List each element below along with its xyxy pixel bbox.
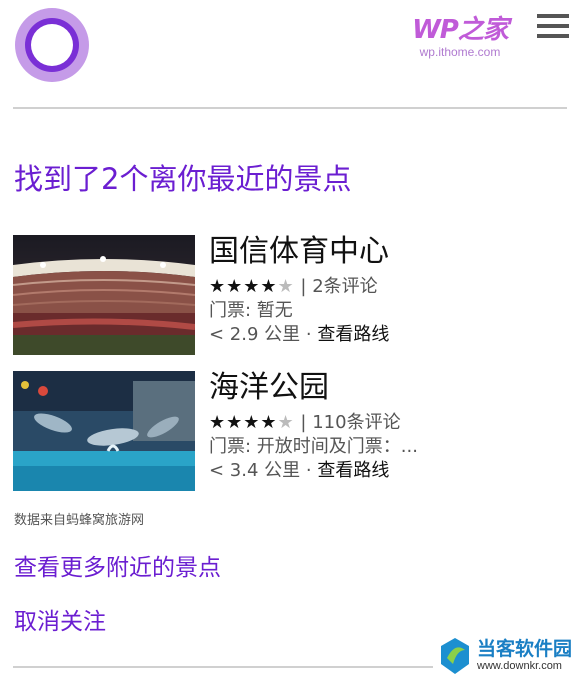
watermark-title: 当客软件园	[477, 638, 573, 660]
more-nearby-link[interactable]: 查看更多附近的景点	[14, 548, 221, 582]
bottom-divider	[13, 666, 433, 668]
distance: < 2.9 公里 ·	[209, 324, 318, 345]
watermark: 当客软件园 www.downkr.com	[437, 634, 577, 679]
ticket-info: 门票: 暂无	[209, 300, 293, 321]
top-divider	[13, 107, 567, 109]
route-link[interactable]: 查看路线	[317, 460, 389, 481]
distance-line: < 3.4 公里 · 查看路线	[209, 460, 389, 482]
results-heading: 找到了2个离你最近的景点	[14, 162, 352, 196]
logo-brand: WP之家	[412, 15, 509, 45]
route-link[interactable]: 查看路线	[317, 324, 389, 345]
wp-home-logo: WP之家 wp.ithome.com	[410, 16, 510, 59]
review-count: | 110条评论	[300, 412, 401, 433]
rating-line: ★★★★★ | 110条评论	[209, 412, 401, 434]
place-card[interactable]: 海洋公园 ★★★★★ | 110条评论 门票: 开放时间及门票：... < 3.…	[13, 371, 573, 491]
ocean-park-photo[interactable]	[13, 371, 195, 491]
watermark-url: www.downkr.com	[477, 660, 562, 672]
distance: < 3.4 公里 ·	[209, 460, 318, 481]
hamburger-menu-icon[interactable]	[537, 14, 569, 42]
unfollow-link[interactable]: 取消关注	[14, 602, 106, 636]
review-count: | 2条评论	[300, 276, 378, 297]
place-name[interactable]: 海洋公园	[209, 371, 329, 405]
data-source-note: 数据来自蚂蜂窝旅游网	[14, 513, 145, 528]
logo-url: wp.ithome.com	[419, 45, 501, 59]
place-name[interactable]: 国信体育中心	[209, 235, 389, 269]
star-rating: ★★★★★	[209, 276, 295, 297]
rating-line: ★★★★★ | 2条评论	[209, 276, 378, 298]
stadium-photo[interactable]	[13, 235, 195, 355]
ticket-info: 门票: 开放时间及门票：...	[209, 436, 418, 457]
watermark-logo-icon	[441, 638, 469, 674]
place-card[interactable]: 国信体育中心 ★★★★★ | 2条评论 门票: 暂无 < 2.9 公里 · 查看…	[13, 235, 573, 355]
cortana-icon[interactable]	[15, 8, 89, 82]
star-rating: ★★★★★	[209, 412, 295, 433]
distance-line: < 2.9 公里 · 查看路线	[209, 324, 389, 346]
